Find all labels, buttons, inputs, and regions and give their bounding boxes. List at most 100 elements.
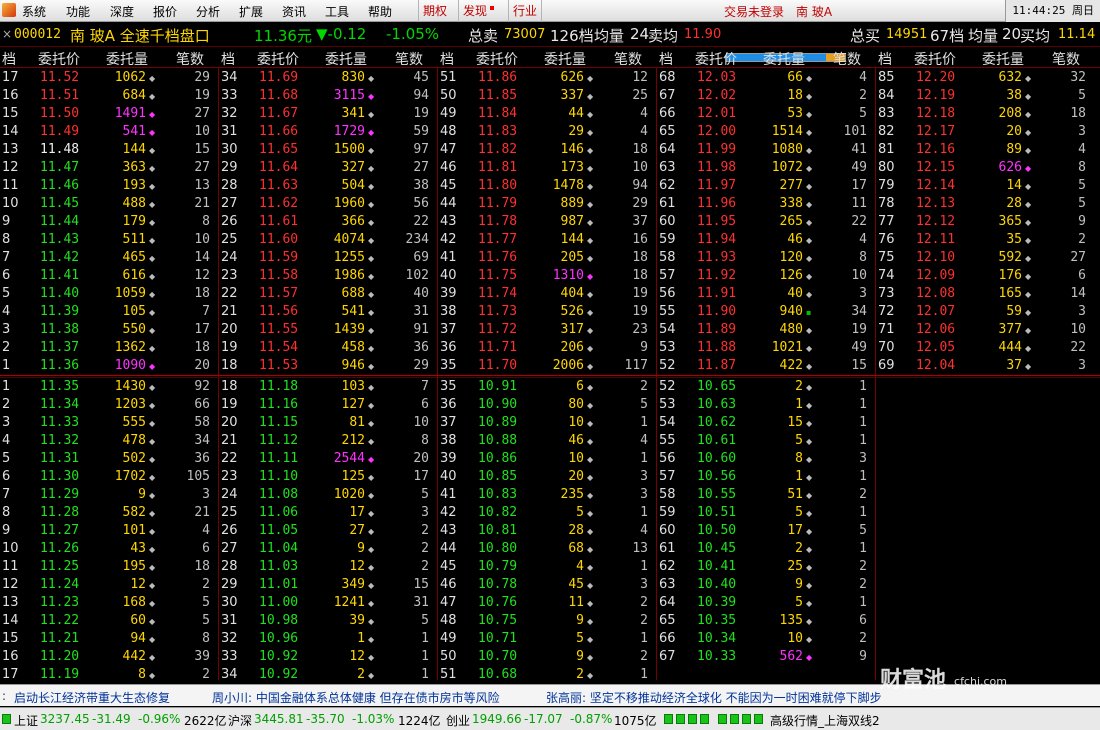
buy-order-row[interactable]: 24 11.08 1020 ◆ 5 [219, 486, 438, 504]
buy-order-row[interactable]: 38 10.88 46 ◆ 4 [438, 432, 657, 450]
buy-order-row[interactable]: 34 10.92 2 ◆ 1 [219, 666, 438, 684]
sell-order-row[interactable]: 62 11.97 277 ◆ 17 [657, 177, 876, 195]
menu-analysis[interactable]: 分析 [196, 3, 220, 20]
sell-order-row[interactable]: 61 11.96 338 ◆ 11 [657, 195, 876, 213]
sell-order-row[interactable]: 21 11.56 541 ◆ 31 [219, 303, 438, 321]
sell-order-row[interactable]: 78 12.13 28 ◆ 5 [876, 195, 1095, 213]
buy-order-row[interactable]: 33 10.92 12 ◆ 1 [219, 648, 438, 666]
menu-info[interactable]: 资讯 [282, 3, 306, 20]
sell-order-row[interactable]: 67 12.02 18 ◆ 2 [657, 87, 876, 105]
buy-order-row[interactable]: 46 10.78 45 ◆ 3 [438, 576, 657, 594]
buy-order-row[interactable]: 5 11.31 502 ◆ 36 [0, 450, 219, 468]
buy-order-row[interactable]: 7 11.29 9 ◆ 3 [0, 486, 219, 504]
sell-order-row[interactable]: 25 11.60 4074 ◆ 234 [219, 231, 438, 249]
sell-order-row[interactable]: 85 12.20 632 ◆ 32 [876, 69, 1095, 87]
sell-order-row[interactable]: 72 12.07 59 ◆ 3 [876, 303, 1095, 321]
sell-order-row[interactable]: 22 11.57 688 ◆ 40 [219, 285, 438, 303]
sell-order-row[interactable]: 37 11.72 317 ◆ 23 [438, 321, 657, 339]
buy-order-row[interactable]: 26 11.05 27 ◆ 2 [219, 522, 438, 540]
buy-order-row[interactable]: 9 11.27 101 ◆ 4 [0, 522, 219, 540]
sell-order-row[interactable]: 19 11.54 458 ◆ 36 [219, 339, 438, 357]
buy-order-row[interactable]: 19 11.16 127 ◆ 6 [219, 396, 438, 414]
buy-order-row[interactable]: 48 10.75 9 ◆ 2 [438, 612, 657, 630]
buy-order-row[interactable]: 11 11.25 195 ◆ 18 [0, 558, 219, 576]
sz-index-label[interactable]: 沪深 [228, 712, 252, 729]
sell-order-row[interactable]: 14 11.49 541 ◆ 10 [0, 123, 219, 141]
buy-order-row[interactable]: 13 11.23 168 ◆ 5 [0, 594, 219, 612]
buy-order-row[interactable]: 17 11.19 8 ◆ 2 [0, 666, 219, 684]
sell-order-row[interactable]: 1 11.36 1090 ◆ 20 [0, 357, 219, 375]
sell-order-row[interactable]: 80 12.15 626 ◆ 8 [876, 159, 1095, 177]
sell-order-row[interactable]: 73 12.08 165 ◆ 14 [876, 285, 1095, 303]
buy-order-row[interactable]: 59 10.51 5 ◆ 1 [657, 504, 876, 522]
buy-order-row[interactable]: 64 10.39 5 ◆ 1 [657, 594, 876, 612]
sell-order-row[interactable]: 3 11.38 550 ◆ 17 [0, 321, 219, 339]
buy-order-row[interactable]: 66 10.34 10 ◆ 2 [657, 630, 876, 648]
buy-order-row[interactable]: 42 10.82 5 ◆ 1 [438, 504, 657, 522]
buy-order-row[interactable]: 65 10.35 135 ◆ 6 [657, 612, 876, 630]
sell-order-row[interactable]: 53 11.88 1021 ◆ 49 [657, 339, 876, 357]
buy-order-row[interactable]: 62 10.41 25 ◆ 2 [657, 558, 876, 576]
buy-order-row[interactable]: 28 11.03 12 ◆ 2 [219, 558, 438, 576]
sell-order-row[interactable]: 24 11.59 1255 ◆ 69 [219, 249, 438, 267]
buy-order-row[interactable]: 50 10.70 9 ◆ 2 [438, 648, 657, 666]
buy-order-row[interactable]: 49 10.71 5 ◆ 1 [438, 630, 657, 648]
sell-order-row[interactable]: 70 12.05 444 ◆ 22 [876, 339, 1095, 357]
sh-index-label[interactable]: 上证 [14, 712, 38, 729]
sell-order-row[interactable]: 51 11.86 626 ◆ 12 [438, 69, 657, 87]
sell-order-row[interactable]: 66 12.01 53 ◆ 5 [657, 105, 876, 123]
buy-order-row[interactable]: 25 11.06 17 ◆ 3 [219, 504, 438, 522]
sell-order-row[interactable]: 8 11.43 511 ◆ 10 [0, 231, 219, 249]
sell-order-row[interactable]: 33 11.68 3115 ◆ 94 [219, 87, 438, 105]
buy-order-row[interactable]: 3 11.33 555 ◆ 58 [0, 414, 219, 432]
menu-discover[interactable]: 发现 [458, 0, 498, 22]
sell-order-row[interactable]: 65 12.00 1514 ◆ 101 [657, 123, 876, 141]
buy-order-row[interactable]: 2 11.34 1203 ◆ 66 [0, 396, 219, 414]
buy-order-row[interactable]: 10 11.26 43 ◆ 6 [0, 540, 219, 558]
sell-order-row[interactable]: 2 11.37 1362 ◆ 18 [0, 339, 219, 357]
sell-order-row[interactable]: 17 11.52 1062 ◆ 29 [0, 69, 219, 87]
sell-order-row[interactable]: 4 11.39 105 ◆ 7 [0, 303, 219, 321]
menu-help[interactable]: 帮助 [368, 3, 392, 20]
news-item[interactable]: 张高丽: 坚定不移推动经济全球化 不能因为一时困难就停下脚步 [546, 689, 882, 706]
sell-order-row[interactable]: 76 12.11 35 ◆ 2 [876, 231, 1095, 249]
sell-order-row[interactable]: 12 11.47 363 ◆ 27 [0, 159, 219, 177]
sell-order-row[interactable]: 26 11.61 366 ◆ 22 [219, 213, 438, 231]
buy-order-row[interactable]: 56 10.60 8 ◆ 3 [657, 450, 876, 468]
sell-order-row[interactable]: 39 11.74 404 ◆ 19 [438, 285, 657, 303]
buy-order-row[interactable]: 16 11.20 442 ◆ 39 [0, 648, 219, 666]
buy-order-row[interactable]: 67 10.33 562 ◆ 9 [657, 648, 876, 666]
sell-order-row[interactable]: 18 11.53 946 ◆ 29 [219, 357, 438, 375]
sell-order-row[interactable]: 69 12.04 37 ◆ 3 [876, 357, 1095, 375]
sell-order-row[interactable]: 68 12.03 66 ◆ 4 [657, 69, 876, 87]
sell-order-row[interactable]: 45 11.80 1478 ◆ 94 [438, 177, 657, 195]
sell-order-row[interactable]: 55 11.90 940 ▪ 34 [657, 303, 876, 321]
login-status[interactable]: 交易未登录 [724, 3, 784, 20]
sell-order-row[interactable]: 10 11.45 488 ◆ 21 [0, 195, 219, 213]
sell-order-row[interactable]: 23 11.58 1986 ◆ 102 [219, 267, 438, 285]
sell-order-row[interactable]: 82 12.17 20 ◆ 3 [876, 123, 1095, 141]
sell-order-row[interactable]: 36 11.71 206 ◆ 9 [438, 339, 657, 357]
buy-order-row[interactable]: 53 10.63 1 ◆ 1 [657, 396, 876, 414]
buy-order-row[interactable]: 40 10.85 20 ◆ 3 [438, 468, 657, 486]
sell-order-row[interactable]: 29 11.64 327 ◆ 27 [219, 159, 438, 177]
buy-order-row[interactable]: 35 10.91 6 ◆ 2 [438, 378, 657, 396]
sell-order-row[interactable]: 59 11.94 46 ◆ 4 [657, 231, 876, 249]
buy-order-row[interactable]: 15 11.21 94 ◆ 8 [0, 630, 219, 648]
news-item[interactable]: 周小川: 中国金融体系总体健康 但存在债市房市等风险 [212, 689, 500, 706]
buy-order-row[interactable]: 45 10.79 4 ◆ 1 [438, 558, 657, 576]
sell-order-row[interactable]: 84 12.19 38 ◆ 5 [876, 87, 1095, 105]
sell-order-row[interactable]: 7 11.42 465 ◆ 14 [0, 249, 219, 267]
sell-order-row[interactable]: 20 11.55 1439 ◆ 91 [219, 321, 438, 339]
sell-order-row[interactable]: 49 11.84 44 ◆ 4 [438, 105, 657, 123]
sell-order-row[interactable]: 16 11.51 684 ◆ 19 [0, 87, 219, 105]
sell-order-row[interactable]: 34 11.69 830 ◆ 45 [219, 69, 438, 87]
menu-tools[interactable]: 工具 [325, 3, 349, 20]
menu-quote[interactable]: 报价 [153, 3, 177, 20]
sell-order-row[interactable]: 63 11.98 1072 ◆ 49 [657, 159, 876, 177]
news-item[interactable]: 启动长江经济带重大生态修复 [14, 689, 170, 706]
buy-order-row[interactable]: 47 10.76 11 ◆ 2 [438, 594, 657, 612]
buy-order-row[interactable]: 60 10.50 17 ◆ 5 [657, 522, 876, 540]
sell-order-row[interactable]: 13 11.48 144 ◆ 15 [0, 141, 219, 159]
sell-order-row[interactable]: 15 11.50 1491 ◆ 27 [0, 105, 219, 123]
